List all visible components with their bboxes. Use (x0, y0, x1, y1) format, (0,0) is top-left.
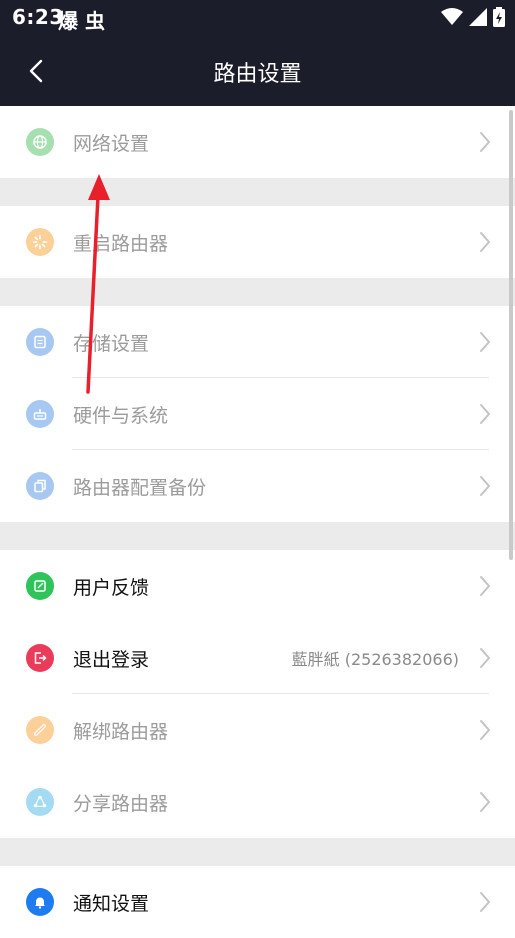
restart-icon (26, 228, 54, 256)
chevron-right-icon (480, 576, 491, 596)
logout-icon (26, 644, 54, 672)
settings-item-label: 解绑路由器 (73, 720, 169, 743)
chevron-right-icon (480, 332, 491, 352)
settings-item-label: 路由器配置备份 (73, 476, 207, 499)
account-name: 藍胖紙 (2526382066) (291, 650, 459, 669)
settings-group: 网络设置 (0, 106, 515, 178)
settings-item-label: 分享路由器 (73, 792, 169, 815)
settings-group: 通知设置 (0, 866, 515, 938)
settings-item-share[interactable]: 分享路由器 (0, 766, 515, 838)
status-time: 6:23 (12, 5, 64, 29)
settings-item-label: 用户反馈 (73, 576, 150, 599)
backup-icon (26, 472, 54, 500)
unbind-icon (26, 716, 54, 744)
settings-list: 网络设置 重启路由器 存储设置 硬件与系统 路由器配置备份 用户反馈 退出登录 … (0, 106, 515, 938)
settings-item-storage[interactable]: 存储设置 (0, 306, 515, 378)
chevron-right-icon (480, 232, 491, 252)
settings-item-label: 通知设置 (73, 892, 150, 915)
status-bar: 6:23 爆 虫 (0, 0, 515, 36)
section-gap (0, 838, 515, 866)
settings-group: 用户反馈 退出登录 藍胖紙 (2526382066) 解绑路由器 分享路由器 (0, 550, 515, 838)
chevron-right-icon (480, 404, 491, 424)
wifi-icon (441, 8, 463, 25)
chevron-right-icon (480, 892, 491, 912)
settings-item-feedback[interactable]: 用户反馈 (0, 550, 515, 622)
section-gap (0, 178, 515, 206)
section-gap (0, 278, 515, 306)
settings-group: 重启路由器 (0, 206, 515, 278)
share-icon (26, 788, 54, 816)
settings-item-label: 硬件与系统 (73, 404, 169, 427)
bell-icon (26, 888, 54, 916)
storage-icon (26, 328, 54, 356)
section-gap (0, 522, 515, 550)
settings-item-label: 存储设置 (73, 332, 150, 355)
settings-item-logout[interactable]: 退出登录 藍胖紙 (2526382066) (0, 622, 515, 694)
system-status-icons (441, 7, 505, 27)
signal-icon (469, 8, 487, 26)
settings-item-unbind[interactable]: 解绑路由器 (0, 694, 515, 766)
globe-icon (26, 128, 54, 156)
feedback-icon (26, 572, 54, 600)
settings-item-label: 网络设置 (73, 132, 150, 155)
chevron-right-icon (480, 792, 491, 812)
chevron-right-icon (480, 476, 491, 496)
notification-icons: 爆 虫 (58, 9, 105, 33)
settings-item-restart[interactable]: 重启路由器 (0, 206, 515, 278)
chevron-right-icon (480, 132, 491, 152)
scrollbar[interactable] (509, 110, 513, 560)
settings-item-label: 退出登录 (73, 648, 150, 671)
nav-bar: 路由设置 (0, 36, 515, 106)
settings-item-backup[interactable]: 路由器配置备份 (0, 450, 515, 522)
hardware-icon (26, 400, 54, 428)
settings-group: 存储设置 硬件与系统 路由器配置备份 (0, 306, 515, 522)
settings-item-notifications[interactable]: 通知设置 (0, 866, 515, 938)
chevron-right-icon (480, 648, 491, 668)
chevron-right-icon (480, 720, 491, 740)
page-title: 路由设置 (213, 62, 302, 87)
settings-item-label: 重启路由器 (73, 232, 169, 255)
battery-icon (493, 7, 505, 27)
settings-item-network[interactable]: 网络设置 (0, 106, 515, 178)
settings-item-hardware[interactable]: 硬件与系统 (0, 378, 515, 450)
